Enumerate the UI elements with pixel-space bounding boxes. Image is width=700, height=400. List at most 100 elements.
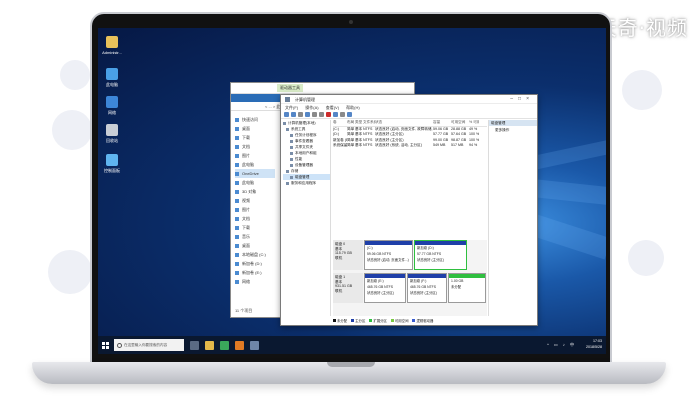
desktop-icon-user-folder[interactable]: Administr... <box>100 36 124 55</box>
nav-item[interactable]: 网络 <box>235 277 275 286</box>
refresh-icon[interactable] <box>319 112 324 117</box>
column-header[interactable]: 文件系统 <box>363 120 375 126</box>
app-icon[interactable] <box>235 340 244 350</box>
explorer-title-bar[interactable]: 驱动器工具 <box>231 83 414 94</box>
cell: NTFS <box>363 143 373 147</box>
menu-help[interactable]: 帮助(H) <box>346 105 360 110</box>
nav-item[interactable]: 文档 <box>235 214 275 223</box>
computer-management-taskbar-icon[interactable] <box>250 340 259 350</box>
properties-icon[interactable] <box>305 112 310 117</box>
desktop-icon-control-panel[interactable]: 控制面板 <box>100 154 124 174</box>
partition-block[interactable]: (C:) 59.06 GB NTFS 状态良好 (启动, 页面文件...) <box>364 240 413 270</box>
back-icon[interactable] <box>284 112 289 117</box>
window-title-bar[interactable]: 计算机管理 –□× <box>281 95 537 104</box>
nav-item-label: 图片 <box>242 206 250 212</box>
desktop-icon-label: 回收站 <box>106 138 118 143</box>
legend-item: 逻辑驱动器 <box>412 318 433 323</box>
column-header[interactable]: 容量 <box>433 120 451 126</box>
background-circle <box>622 70 662 110</box>
nav-item[interactable]: 音乐 <box>235 232 275 241</box>
browser-icon[interactable] <box>220 340 229 350</box>
menu-view[interactable]: 查看(V) <box>326 105 339 110</box>
partition-status: 状态良好 (启动, 页面文件...) <box>367 258 409 263</box>
taskbar-clock[interactable]: 17:03 2018/5/28 <box>586 338 602 350</box>
explorer-nav-pane: 快速访问 桌面 下载 文档 图片 此电脑 OneDrive 此电脑 3D 对象 … <box>235 115 275 286</box>
nav-item-label: 视频 <box>242 197 250 203</box>
nav-item[interactable]: 下载 <box>235 223 275 232</box>
legend-swatch <box>390 319 394 322</box>
taskbar-search-box[interactable]: 在这里输入你要搜索的内容 <box>114 339 184 351</box>
nav-item[interactable]: 下载 <box>235 133 275 142</box>
nav-item[interactable]: 此电脑 <box>235 178 275 187</box>
column-header[interactable]: % 可用 <box>469 120 479 126</box>
nav-item[interactable]: 此电脑 <box>235 160 275 169</box>
partition-block[interactable]: 新加卷 (F:) 465.76 GB NTFS 状态良好 (主分区) <box>407 273 447 303</box>
up-icon[interactable] <box>298 112 303 117</box>
desktop-icon-network[interactable]: 网络 <box>100 96 124 116</box>
help-icon[interactable] <box>312 112 317 117</box>
disk-label[interactable]: 磁盘 1 基本 931.51 GB 联机 <box>333 273 363 303</box>
services-icon <box>286 181 289 185</box>
view-icon[interactable] <box>347 112 352 117</box>
task-view-icon[interactable] <box>190 340 199 350</box>
check-icon[interactable] <box>333 112 338 117</box>
nav-item-label: 网络 <box>242 278 250 284</box>
forward-icon[interactable] <box>291 112 296 117</box>
partition-block[interactable]: 新加卷 (E:) 465.76 GB NTFS 状态良好 (主分区) <box>364 273 406 303</box>
partition-status: 状态良好 (主分区) <box>410 291 437 296</box>
legend-item: 扩展分区 <box>369 318 387 323</box>
device-icon <box>290 163 293 167</box>
cloud-icon <box>235 171 239 176</box>
event-icon <box>290 139 293 143</box>
drive-icon <box>235 252 239 257</box>
nav-item[interactable]: 新加卷 (D:) <box>235 259 275 268</box>
nav-item[interactable]: 3D 对象 <box>235 187 275 196</box>
column-header[interactable]: 类型 <box>355 120 363 126</box>
legend-swatch <box>412 319 416 322</box>
delete-icon[interactable] <box>326 112 331 117</box>
computer-management-window[interactable]: 计算机管理 –□× 文件(F) 操作(A) 查看(V) 帮助(H) 计算机管理(… <box>280 94 538 326</box>
drive-tools-tab[interactable]: 驱动器工具 <box>277 84 303 92</box>
background-circle <box>52 110 92 150</box>
system-tray-icons[interactable]: ^ ▭ ♪ 中 <box>547 342 576 348</box>
cell: 94 % <box>469 143 478 147</box>
clock-date: 2018/5/28 <box>586 345 602 349</box>
tree-item[interactable]: 服务和应用程序 <box>283 180 330 186</box>
desktop-icon-this-pc[interactable]: 此电脑 <box>100 68 124 88</box>
disk-row: 磁盘 1 基本 931.51 GB 联机 新加卷 (E:) 465.76 GB … <box>333 273 487 303</box>
nav-item-label: 快速访问 <box>242 116 258 122</box>
column-header[interactable]: 布局 <box>347 120 355 126</box>
column-header[interactable]: 状态 <box>375 120 433 126</box>
nav-item[interactable]: 新加卷 (E:) <box>235 268 275 277</box>
nav-item[interactable]: 快速访问 <box>235 115 275 124</box>
table-row[interactable]: 系统保留 简单 基本 NTFS 状态良好 (系统, 活动, 主分区) 549 M… <box>333 143 487 149</box>
partition-block[interactable]: 新加卷 (D:) 57.77 GB NTFS 状态良好 (主分区) <box>414 240 467 270</box>
legend-label: 未分配 <box>337 319 348 323</box>
disk-label[interactable]: 磁盘 0 基本 115.79 GB 联机 <box>333 240 363 270</box>
menu-action[interactable]: 操作(A) <box>305 105 318 110</box>
nav-item[interactable]: 桌面 <box>235 241 275 250</box>
file-explorer-icon[interactable] <box>205 340 214 350</box>
column-header[interactable]: 可用空间 <box>451 120 469 126</box>
window-controls[interactable]: –□× <box>510 95 534 104</box>
desktop-icon-recycle-bin[interactable]: 回收站 <box>100 124 124 144</box>
desktop-icon <box>235 243 239 248</box>
nav-item[interactable]: 桌面 <box>235 124 275 133</box>
background-circle <box>60 60 90 90</box>
nav-item[interactable]: 图片 <box>235 205 275 214</box>
nav-item[interactable]: OneDrive <box>235 169 275 178</box>
computer-icon <box>235 162 239 167</box>
cell: 状态良好 (系统, 活动, 主分区) <box>375 143 422 147</box>
nav-item[interactable]: 文档 <box>235 142 275 151</box>
search-icon[interactable] <box>340 112 345 117</box>
nav-item[interactable]: 本地磁盘 (C:) <box>235 250 275 259</box>
actions-header[interactable]: 磁盘管理 <box>489 120 537 126</box>
computer-icon <box>283 121 286 125</box>
nav-item[interactable]: 图片 <box>235 151 275 160</box>
start-button[interactable] <box>98 336 112 354</box>
more-actions-item[interactable]: 更多操作 <box>489 127 537 133</box>
nav-item[interactable]: 视频 <box>235 196 275 205</box>
menu-file[interactable]: 文件(F) <box>285 105 298 110</box>
column-header[interactable]: 卷 <box>333 120 347 126</box>
unallocated-block[interactable]: 1.00 GB 未分配 <box>448 273 486 303</box>
